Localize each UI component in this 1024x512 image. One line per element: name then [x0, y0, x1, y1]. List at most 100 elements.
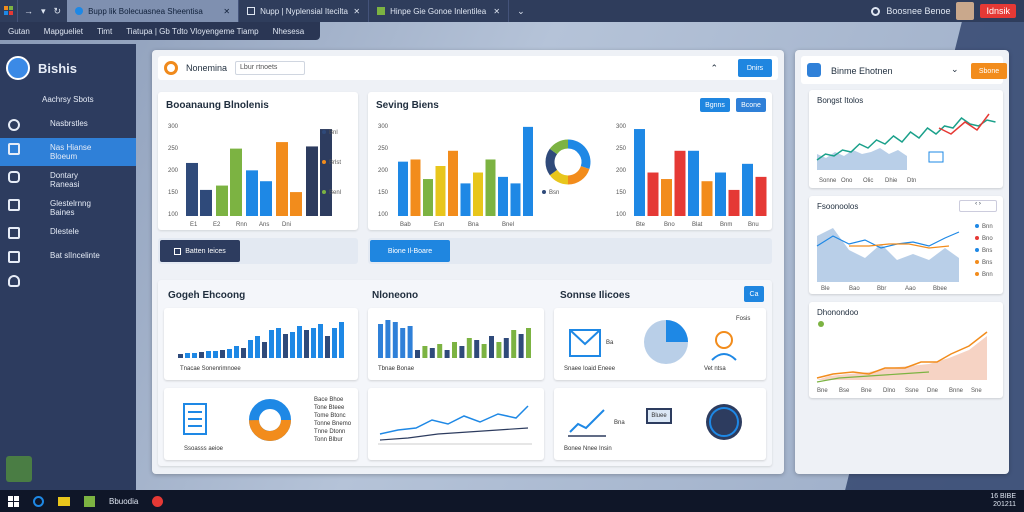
brand-name: Bishis [38, 60, 78, 76]
button-strip-left: Batten Ieices [158, 238, 358, 264]
x-tick-label: Bne [817, 388, 828, 394]
bar [200, 189, 212, 216]
bar [429, 348, 435, 358]
tab-favicon-icon [377, 7, 386, 15]
line-series [938, 113, 990, 135]
x-tick-label: E1 [190, 222, 198, 228]
bar [325, 336, 330, 358]
tile-row: Tnne Dtonn [314, 429, 346, 435]
dark-action-button[interactable]: Batten Ieices [160, 240, 240, 262]
bar [178, 354, 183, 358]
bookmark-item[interactable]: Timt [97, 27, 112, 36]
area-fill [817, 228, 959, 282]
apps-icon[interactable] [0, 0, 18, 22]
taskbar: Bbuodia 16 BIBE 201211 [0, 490, 1024, 512]
chevron-down-icon[interactable]: ⌄ [951, 64, 959, 75]
app-icon[interactable] [84, 495, 95, 507]
bar [518, 334, 524, 358]
bar [485, 159, 496, 216]
calculator-icon[interactable] [6, 456, 32, 482]
x-tick-label: Bnne [949, 388, 964, 394]
bar [269, 330, 274, 358]
close-icon[interactable]: ✕ [353, 7, 360, 16]
close-icon[interactable]: ✕ [493, 7, 500, 16]
bar [437, 344, 443, 358]
avatar[interactable] [956, 2, 975, 20]
tile-line-chart [368, 388, 544, 460]
legend-label: Bns [982, 248, 992, 254]
brand[interactable]: Bishis [0, 44, 136, 90]
tab-favicon-icon [75, 7, 84, 15]
donut-slice [545, 148, 558, 176]
clock-date: 201211 [993, 501, 1016, 508]
x-tick-label: Bnm [720, 222, 732, 228]
tab-title: Nupp | Nyplensial Iteciltaltio [260, 6, 348, 16]
topbar-action-button[interactable]: Dnirs [738, 59, 772, 77]
y-tick-label: 150 [168, 190, 179, 196]
sidebar-item-2[interactable]: Nasbrstles [0, 114, 136, 138]
bar [332, 328, 337, 358]
x-tick-label: Dni [282, 222, 291, 228]
tile-row: Tonne Bnemo [314, 421, 352, 427]
bar [398, 161, 408, 216]
blue-action-button[interactable]: Bione Il-Boare [370, 240, 450, 262]
folder-icon[interactable] [58, 496, 70, 506]
settings-icon[interactable] [871, 6, 881, 16]
windows-start-icon[interactable] [8, 495, 19, 507]
edge-icon[interactable] [33, 495, 44, 507]
bar [306, 146, 318, 216]
sidebar-item-1[interactable]: Aachrsy Sbots [0, 90, 136, 114]
x-tick-label: Bnu [748, 222, 759, 228]
taskbar-app-label[interactable]: Bbuodia [109, 497, 138, 506]
legend-label: Bns [982, 260, 992, 266]
bar [481, 344, 487, 358]
section-title-1: Gogeh Ehcoong [168, 290, 246, 301]
reload-icon[interactable]: ↻ [54, 6, 62, 17]
y-tick-label: 250 [616, 146, 627, 152]
tab-dropdown-icon[interactable]: ⌄ [509, 6, 533, 17]
document-icon [8, 143, 20, 155]
x-tick-label: Bbr [877, 286, 886, 292]
sidebar-item-8[interactable] [0, 270, 136, 294]
browser-tab-2[interactable]: Nupp | Nyplensial Iteciltaltio ✕ [239, 0, 370, 22]
panel-button[interactable]: Sbone [971, 63, 1007, 79]
bar [262, 342, 267, 358]
x-tick-label: Dlno [883, 388, 896, 394]
section-button[interactable]: Ca [744, 286, 764, 302]
bookmark-item[interactable]: Nhesesa [273, 27, 305, 36]
user-name: Boosnee Benoe [886, 6, 951, 16]
sidebar-item-6[interactable]: Dlestele [0, 222, 136, 246]
sidebar-item-5[interactable]: Glestelrnng Baines [0, 194, 136, 222]
browser-tab-1[interactable]: Bupp lik Bolecuasnea Sheentisa ✕ [67, 0, 240, 22]
mini-line-chart [378, 405, 532, 445]
chart-group-2: 100 150 200 250 300 Bab Esn Bna Bnel Bsn 100 150 200… [378, 124, 767, 228]
x-tick-label: Bao [849, 286, 860, 292]
bookmark-item[interactable]: Tiatupa | Gb Tdto Vloyengeme Tiamp [126, 27, 258, 36]
browser-icon[interactable] [152, 495, 164, 507]
tile-box: Bluee [646, 408, 672, 424]
sidebar-item-label: Dontary Raneasi [50, 171, 80, 189]
close-icon[interactable]: ✕ [223, 7, 230, 16]
browser-tab-3[interactable]: Hinpe Gie Gonoe Inlentilea ✕ [369, 0, 510, 22]
chart-toggle[interactable]: ‹ › [959, 200, 997, 212]
bookmark-item[interactable]: Gutan [8, 27, 30, 36]
bookmark-item[interactable]: Mapgueliet [44, 27, 83, 36]
export-icon [8, 199, 20, 211]
forward-icon[interactable]: → [24, 6, 33, 17]
bar [220, 350, 225, 358]
sidebar-item-4[interactable]: Dontary Raneasi [0, 166, 136, 194]
sidebar-item-3[interactable]: Nas Hianse Bloeum [0, 138, 136, 166]
bar [213, 351, 218, 358]
bar [192, 353, 197, 358]
mail-icon-flap [569, 329, 601, 346]
collapse-icon[interactable]: ⌃ [710, 63, 718, 74]
y-tick-label: 300 [168, 124, 179, 130]
menu-icon[interactable]: ▾ [41, 6, 46, 17]
bar [755, 176, 767, 216]
user-action-button[interactable]: Idnsik [980, 4, 1016, 18]
search-input[interactable]: Lbur rtnoets [235, 61, 306, 75]
bar [444, 350, 450, 358]
y-tick-label: 250 [378, 146, 389, 152]
sidebar-item-7[interactable]: Bat slIncelinte [0, 246, 136, 270]
bar [459, 346, 465, 358]
